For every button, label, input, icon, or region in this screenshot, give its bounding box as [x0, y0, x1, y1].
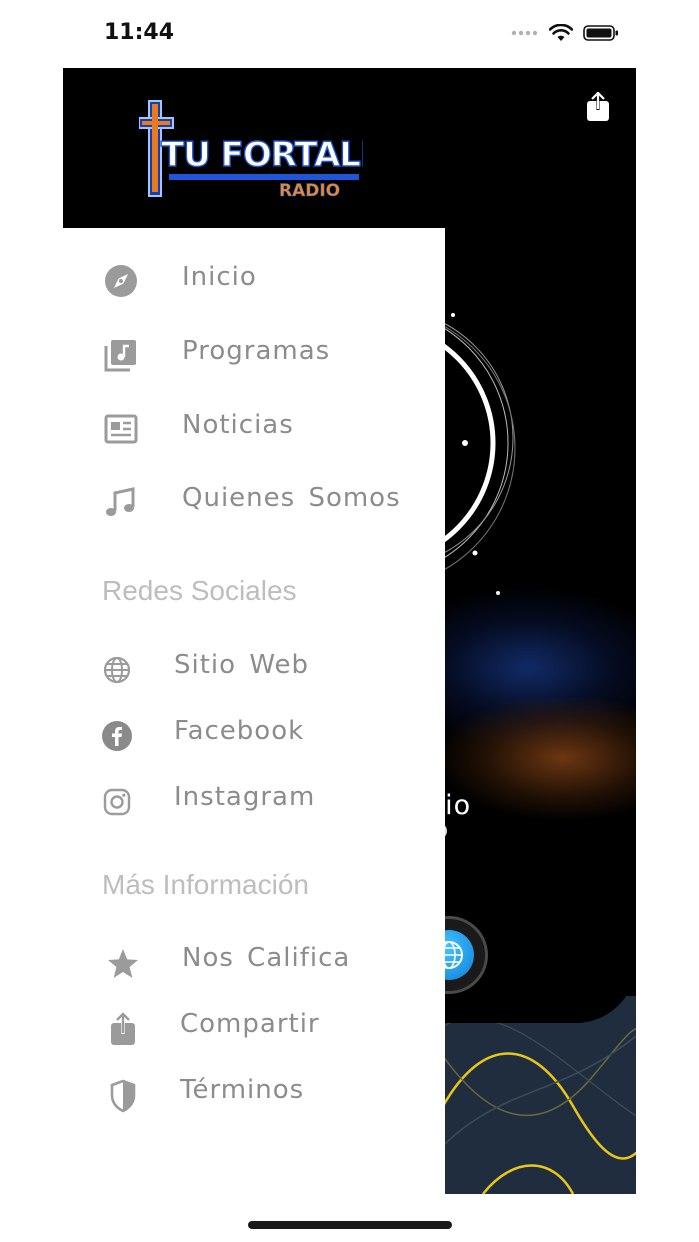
- music-library-icon: [103, 337, 139, 373]
- menu-label: Facebook: [174, 716, 305, 746]
- wifi-icon: [549, 24, 573, 41]
- status-time: 11:44: [104, 20, 175, 45]
- menu-label: Nos Califica: [182, 943, 351, 973]
- menu-label: Programas: [182, 336, 331, 366]
- station-logo: TU FORTALEZA RADIO: [139, 100, 363, 201]
- share-icon[interactable]: [586, 92, 610, 122]
- menu-item-facebook[interactable]: Facebook: [63, 704, 445, 764]
- menu-label: Inicio: [182, 262, 257, 292]
- facebook-icon: [99, 718, 135, 754]
- home-indicator[interactable]: [248, 1221, 452, 1229]
- share-icon: [105, 1011, 141, 1047]
- section-title-redes-sociales: Redes Sociales: [102, 575, 297, 606]
- status-icons: [511, 24, 619, 42]
- menu-item-noticias[interactable]: Noticias: [63, 398, 445, 458]
- battery-icon: [583, 25, 618, 41]
- star-icon: [105, 946, 141, 982]
- menu-item-programas[interactable]: Programas: [63, 324, 445, 384]
- menu-item-instagram[interactable]: Instagram: [63, 770, 445, 830]
- menu-item-nos-califica[interactable]: Nos Califica: [63, 931, 445, 991]
- menu-item-compartir[interactable]: Compartir: [63, 997, 445, 1057]
- menu-label: Compartir: [180, 1009, 320, 1039]
- menu-label: Sitio Web: [174, 650, 310, 680]
- newspaper-icon: [103, 411, 139, 447]
- status-bar: 11:44: [0, 0, 699, 68]
- menu-item-sitio-web[interactable]: Sitio Web: [63, 638, 445, 698]
- instagram-icon: [99, 784, 135, 820]
- menu-label: Términos: [180, 1075, 305, 1105]
- signal-icon: [511, 30, 538, 36]
- shield-icon: [105, 1078, 141, 1114]
- svg-text:TU FORTALEZA: TU FORTALEZA: [161, 135, 363, 175]
- globe-icon: [99, 652, 135, 688]
- section-title-mas-informacion: Más Información: [102, 869, 309, 900]
- menu-label: Noticias: [182, 410, 294, 440]
- menu-item-terminos[interactable]: Términos: [63, 1063, 445, 1123]
- svg-text:RADIO: RADIO: [279, 181, 340, 201]
- music-note-icon: [103, 485, 139, 521]
- compass-icon: [103, 263, 139, 299]
- menu-label: Instagram: [174, 782, 316, 812]
- background-glow: [443, 698, 636, 818]
- menu-item-quienes-somos[interactable]: Quienes Somos: [63, 471, 445, 531]
- menu-item-inicio[interactable]: Inicio: [63, 250, 445, 310]
- side-drawer: Inicio Programas Noticias Quienes Somos …: [63, 228, 445, 1194]
- menu-label: Quienes Somos: [182, 483, 401, 513]
